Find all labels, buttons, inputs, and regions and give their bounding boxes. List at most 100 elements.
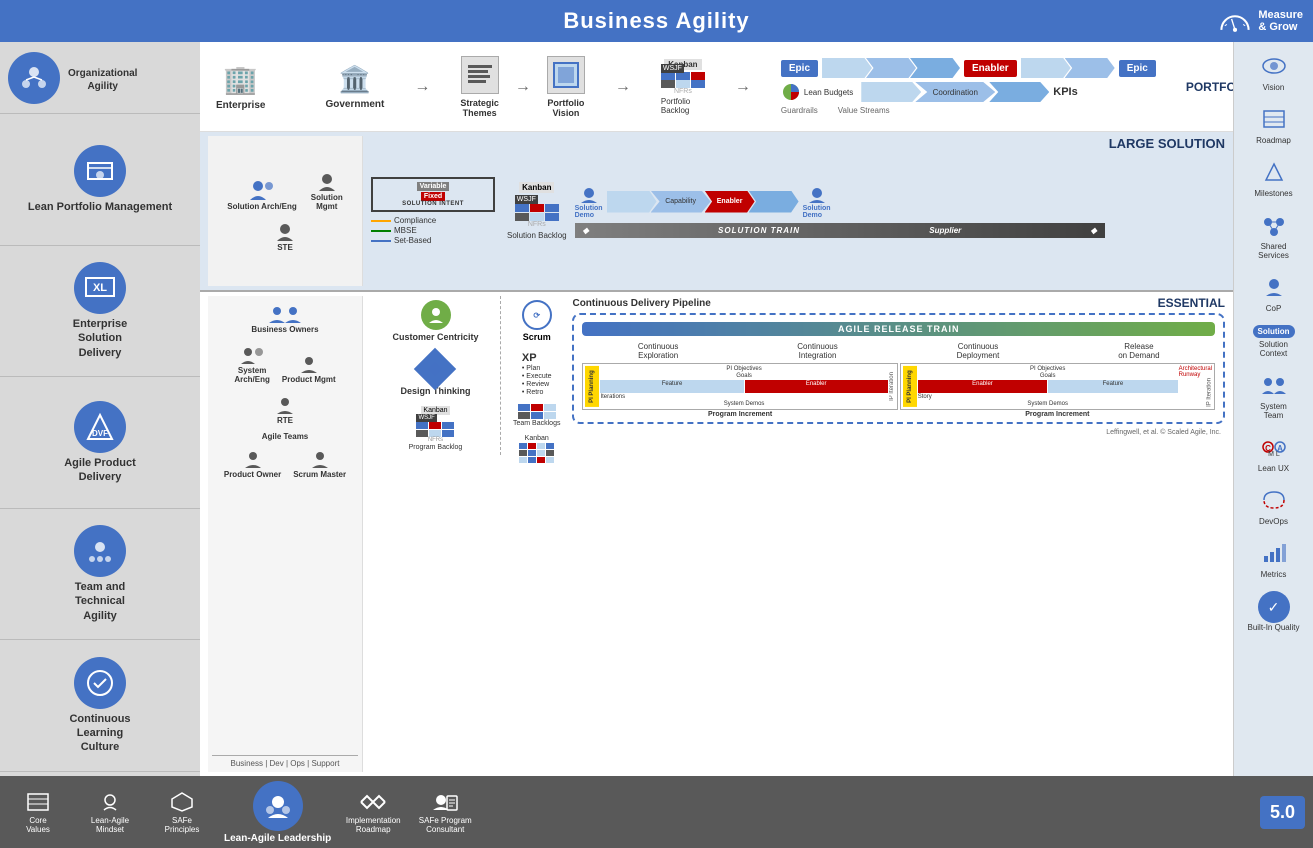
sidebar-item-lean-portfolio[interactable]: Lean Portfolio Management [0,114,200,246]
bottom-core-values[interactable]: Core Values [8,791,68,834]
enterprise-solution-label: EnterpriseSolutionDelivery [73,317,127,360]
portfolio-vision-icon [547,56,585,94]
essential-section: Business Owners SystemArch/Eng Product M… [200,292,1233,776]
lean-budgets-label: Lean Budgets [804,88,853,97]
header-measure: Measure& Grow [1218,9,1303,33]
measure-label: Measure& Grow [1258,9,1303,33]
gauge-icon [1218,10,1252,32]
kpis-label: KPIs [1053,86,1077,98]
right-solution-context[interactable]: Solution Solution Context [1234,320,1313,363]
enterprise-solution-icon: XL [74,262,126,314]
header-title: Business Agility [563,8,749,34]
design-thinking-icon [414,348,456,390]
epic-badge-2: Epic [1119,60,1156,77]
cdp-box: AGILE RELEASE TRAIN ContinuousExploratio… [572,313,1225,424]
bottom-implementation-roadmap[interactable]: Implementation Roadmap [343,791,403,834]
portfolio-backlog-label: Portfolio Backlog [661,97,705,115]
svg-text:M L: M L [1268,451,1280,458]
org-agility-icon [8,52,60,104]
compliance-list: Compliance MBSE Set-Based [371,216,495,245]
sidebar-item-continuous-learning[interactable]: ContinuousLearningCulture [0,640,200,772]
essential-title: ESSENTIAL [1158,296,1225,310]
vision-icon [1259,51,1289,81]
org-agility-label: OrganizationalAgility [68,67,137,93]
right-system-team[interactable]: System Team [1234,365,1313,425]
solution-arch-role: Solution Arch/Eng [227,178,296,211]
right-sidebar: Vision Roadmap Milestones Shared Service… [1233,42,1313,776]
safe-principles-icon [168,791,196,813]
portfolio-title: PORTFOLIO [1186,80,1233,94]
kanban-label-bottom: Kanban [519,435,554,442]
team-technical-label: Team andTechnicalAgility [75,580,126,623]
kanban-row1 [661,72,705,79]
built-quality-label: Built-In Quality [1247,623,1299,632]
svg-text:DVF: DVF [92,429,108,438]
version-badge: 5.0 [1260,796,1305,829]
solution-mgmt-role: SolutionMgmt [311,171,343,211]
large-solution-section: Solution Arch/Eng SolutionMgmt STE [200,132,1233,292]
continuous-learning-label: ContinuousLearningCulture [69,712,130,755]
team-technical-icon [74,525,126,577]
right-milestones[interactable]: Milestones [1234,152,1313,203]
variable-fixed: Variable Fixed [417,182,450,201]
core-values-icon [24,791,52,813]
right-vision[interactable]: Vision [1234,46,1313,97]
sidebar-item-team-technical[interactable]: Team andTechnicalAgility [0,509,200,641]
rte-role: RTE [274,394,296,425]
lean-agile-leadership-icon [253,781,303,831]
right-metrics[interactable]: Metrics [1234,533,1313,584]
portfolio-vision-box: Portfolio Vision [547,56,585,118]
right-roadmap[interactable]: Roadmap [1234,99,1313,150]
team-backlogs-label: Team Backlogs [513,420,560,427]
right-lean-ux[interactable]: C A M L Lean UX [1234,427,1313,478]
sidebar-item-agile-product[interactable]: DVF Agile ProductDelivery [0,377,200,509]
bottom-lean-agile-mindset[interactable]: Lean-Agile Mindset [80,791,140,834]
bottom-safe-principles[interactable]: SAFe Principles [152,791,212,834]
enterprise-label: Enterprise [216,100,265,111]
product-mgmt-role: Product Mgmt [282,353,336,384]
portfolio-vision-label: Portfolio Vision [547,98,585,118]
solution-backlog-label: Solution Backlog [507,231,567,240]
enterprise-item: 🏢 Enterprise [216,63,265,111]
main-content: 🏢 Enterprise 🏛️ Government → [200,42,1233,776]
right-built-quality[interactable]: ✓ Built-In Quality [1234,586,1313,637]
lean-portfolio-icon [74,145,126,197]
strategic-themes-label: Strategic Themes [460,98,499,118]
customer-centricity-label: Customer Centricity [392,332,478,342]
government-label: Government [325,99,384,110]
government-item: 🏛️ Government [325,64,384,110]
cc-section: Customer Centricity Design Thinking [371,296,501,455]
pi-strip-2: PI Planning [903,366,917,407]
shared-services-icon [1259,210,1289,240]
sidebar-item-enterprise-solution[interactable]: XL EnterpriseSolutionDelivery [0,246,200,378]
coordination-label: Coordination [915,82,995,102]
agile-product-label: Agile ProductDelivery [64,456,136,485]
safe-consultant-icon [431,791,459,813]
lean-agile-leadership[interactable]: Lean-Agile Leadership [224,781,331,844]
continuous-learning-icon [74,657,126,709]
product-owner-role: Product Owner [224,448,281,479]
system-arch-role: SystemArch/Eng [234,344,270,384]
header: Business Agility Measure& Grow [0,0,1313,42]
implementation-roadmap-icon [359,791,387,813]
agile-teams-label: Agile Teams [262,432,309,441]
cdp-phases: ContinuousExploration ContinuousIntegrat… [582,342,1215,360]
epic-badge-1: Epic [781,60,818,77]
bottom-safe-consultant[interactable]: SAFe Program Consultant [415,791,475,834]
solution-intent-box: Variable Fixed SOLUTION INTENT [371,177,495,212]
scrum-icon: ⟳ [522,300,552,330]
svg-text:XL: XL [93,282,107,294]
enterprise-row: 🏢 Enterprise 🏛️ Government → [200,42,1233,132]
right-cop[interactable]: CoP [1234,267,1313,318]
customer-icon [421,300,451,330]
scrum-label: Scrum [523,332,551,342]
right-devops[interactable]: DevOps [1234,480,1313,531]
pi-strip-1: PI Planning [585,366,599,407]
program-backlog-label: Program Backlog [409,444,463,451]
agile-product-icon: DVF [74,401,126,453]
system-team-icon [1259,370,1289,400]
scrum-master-role: Scrum Master [293,448,346,479]
biz-dev-label: Business | Dev | Ops | Support [212,755,358,768]
large-solution-enabler: Enabler [705,191,755,213]
right-shared-services[interactable]: Shared Services [1234,205,1313,265]
